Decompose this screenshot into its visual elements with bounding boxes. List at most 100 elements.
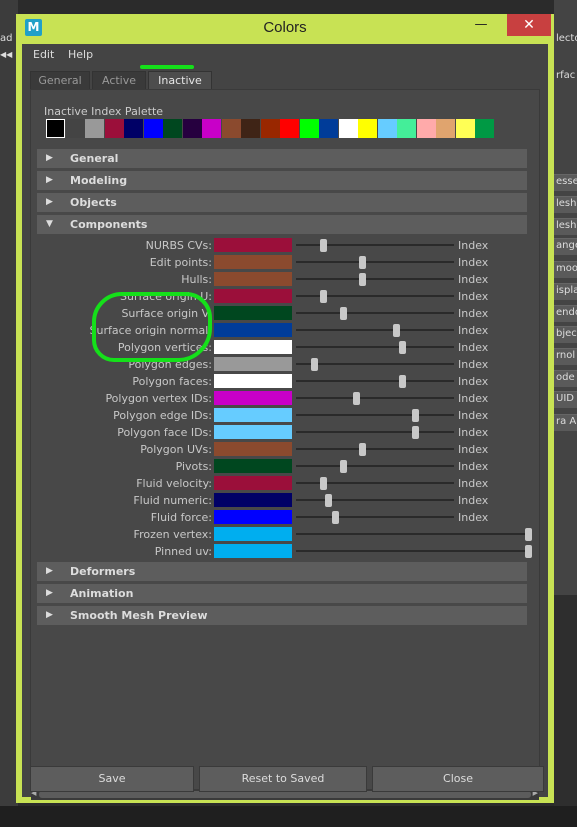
component-color-swatch[interactable] <box>214 544 292 558</box>
palette-swatch[interactable] <box>182 119 202 138</box>
index-slider-track[interactable] <box>296 414 454 416</box>
expand-arrow-icon: ▶ <box>46 175 53 185</box>
palette-swatch[interactable] <box>377 119 397 138</box>
component-color-swatch[interactable] <box>214 357 292 371</box>
index-slider-thumb[interactable] <box>339 460 347 473</box>
index-slider-thumb[interactable] <box>359 443 367 456</box>
palette-swatch[interactable] <box>65 119 85 138</box>
palette-swatch[interactable] <box>143 119 163 138</box>
index-slider-track[interactable] <box>296 448 454 450</box>
close-button[interactable]: Close <box>372 766 544 792</box>
section-objects[interactable]: ▶ Objects <box>37 193 527 212</box>
component-color-swatch[interactable] <box>214 340 292 354</box>
palette-swatch[interactable] <box>280 119 299 138</box>
tab-active[interactable]: Active <box>92 71 146 89</box>
index-slider-track[interactable] <box>296 499 454 501</box>
component-color-swatch[interactable] <box>214 493 292 507</box>
component-color-swatch[interactable] <box>214 510 292 524</box>
index-slider-thumb[interactable] <box>339 307 347 320</box>
palette-swatch-selected[interactable] <box>46 119 65 138</box>
index-slider-thumb[interactable] <box>398 375 406 388</box>
scrollbar-thumb[interactable] <box>39 791 531 798</box>
title-bar[interactable]: M Colors — ✕ <box>16 14 554 44</box>
index-slider-thumb[interactable] <box>320 290 328 303</box>
minimize-button[interactable]: — <box>466 14 496 36</box>
index-slider-track[interactable] <box>296 533 532 535</box>
section-animation[interactable]: ▶ Animation <box>37 584 527 603</box>
index-slider-thumb[interactable] <box>353 392 361 405</box>
component-color-swatch[interactable] <box>214 408 292 422</box>
menu-help[interactable]: Help <box>68 48 93 61</box>
index-slider-thumb[interactable] <box>320 477 328 490</box>
palette-swatch[interactable] <box>202 119 221 138</box>
section-general[interactable]: ▶ General <box>37 149 527 168</box>
palette-swatch[interactable] <box>475 119 494 138</box>
index-slider-track[interactable] <box>296 380 454 382</box>
palette-swatch[interactable] <box>358 119 377 138</box>
component-color-swatch[interactable] <box>214 527 292 541</box>
palette-swatch[interactable] <box>319 119 338 138</box>
save-button[interactable]: Save <box>30 766 194 792</box>
index-slider-thumb[interactable] <box>412 426 420 439</box>
component-color-swatch[interactable] <box>214 391 292 405</box>
index-slider-thumb[interactable] <box>324 494 332 507</box>
palette-swatch[interactable] <box>397 119 416 138</box>
palette-swatch[interactable] <box>260 119 280 138</box>
component-color-swatch[interactable] <box>214 238 292 252</box>
index-slider-track[interactable] <box>296 329 454 331</box>
index-slider-track[interactable] <box>296 278 454 280</box>
palette-swatch[interactable] <box>104 119 124 138</box>
index-slider-thumb[interactable] <box>311 358 319 371</box>
index-slider-track[interactable] <box>296 346 454 348</box>
component-color-swatch[interactable] <box>214 272 292 286</box>
component-color-swatch[interactable] <box>214 289 292 303</box>
index-slider-track[interactable] <box>296 397 454 399</box>
index-slider-thumb[interactable] <box>359 273 367 286</box>
index-slider-thumb[interactable] <box>398 341 406 354</box>
index-slider-track[interactable] <box>296 516 454 518</box>
section-modeling[interactable]: ▶ Modeling <box>37 171 527 190</box>
index-slider-thumb[interactable] <box>525 528 532 541</box>
window-close-button[interactable]: ✕ <box>507 14 551 36</box>
tab-inactive[interactable]: Inactive <box>148 71 212 89</box>
index-slider-track[interactable] <box>296 431 454 433</box>
component-color-swatch[interactable] <box>214 255 292 269</box>
reset-to-saved-button[interactable]: Reset to Saved <box>199 766 367 792</box>
index-slider-track[interactable] <box>296 312 454 314</box>
index-slider-thumb[interactable] <box>332 511 340 524</box>
section-components[interactable]: ▼ Components <box>37 215 527 234</box>
index-label: Index <box>458 494 489 507</box>
menu-edit[interactable]: Edit <box>33 48 54 61</box>
palette-swatch[interactable] <box>416 119 436 138</box>
palette-swatch[interactable] <box>299 119 319 138</box>
component-color-swatch[interactable] <box>214 476 292 490</box>
section-deformers[interactable]: ▶ Deformers <box>37 562 527 581</box>
index-slider-thumb[interactable] <box>359 256 367 269</box>
section-smooth-mesh-preview[interactable]: ▶ Smooth Mesh Preview <box>37 606 527 625</box>
component-color-swatch[interactable] <box>214 425 292 439</box>
component-color-swatch[interactable] <box>214 459 292 473</box>
palette-swatch[interactable] <box>455 119 475 138</box>
palette-swatch[interactable] <box>241 119 260 138</box>
tab-general[interactable]: General <box>30 71 90 89</box>
palette-swatch[interactable] <box>163 119 182 138</box>
index-slider-thumb[interactable] <box>525 545 532 558</box>
index-slider-track[interactable] <box>296 550 532 552</box>
component-color-swatch[interactable] <box>214 374 292 388</box>
component-color-swatch[interactable] <box>214 306 292 320</box>
index-slider-track[interactable] <box>296 261 454 263</box>
index-slider-thumb[interactable] <box>412 409 420 422</box>
palette-swatch[interactable] <box>436 119 455 138</box>
index-slider-thumb[interactable] <box>392 324 400 337</box>
component-color-swatch[interactable] <box>214 323 292 337</box>
index-slider-track[interactable] <box>296 363 454 365</box>
palette-swatch[interactable] <box>124 119 143 138</box>
index-slider-thumb[interactable] <box>320 239 328 252</box>
index-label: Index <box>458 443 489 456</box>
index-slider-track[interactable] <box>296 465 454 467</box>
palette-swatch[interactable] <box>221 119 241 138</box>
palette-swatch[interactable] <box>338 119 358 138</box>
component-color-swatch[interactable] <box>214 442 292 456</box>
index-label: Index <box>458 460 489 473</box>
palette-swatch[interactable] <box>85 119 104 138</box>
